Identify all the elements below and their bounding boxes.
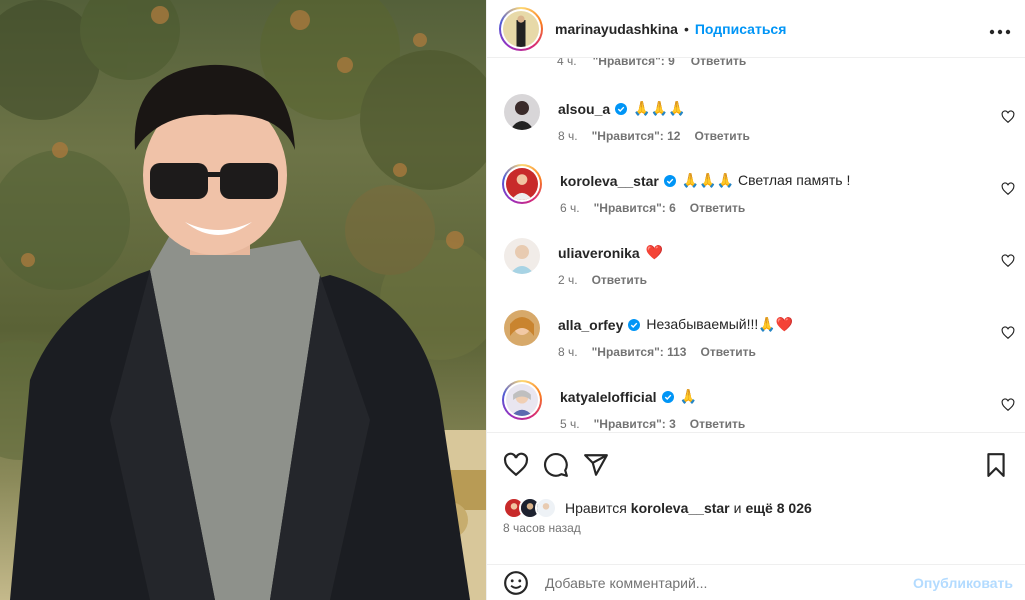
emoji-icon[interactable] [503, 570, 529, 596]
likes-user[interactable]: koroleva__star [631, 500, 730, 516]
likes-middle: и [733, 500, 742, 516]
like-heart-icon[interactable] [503, 452, 529, 478]
likes-prefix: Нравится [565, 500, 627, 516]
likes-count[interactable]: ещё 8 026 [745, 500, 811, 516]
comment-input[interactable] [545, 574, 914, 591]
reply-button[interactable]: Ответить [690, 201, 745, 215]
likes-summary[interactable]: Нравится koroleva__star и ещё 8 026 [487, 496, 1025, 520]
publish-button[interactable]: Опубликовать [913, 575, 1013, 591]
verified-badge-icon [663, 174, 676, 187]
comment-time: 2 ч. [558, 273, 578, 287]
comment-username[interactable]: uliaveronika [558, 245, 640, 261]
author-username[interactable]: marinayudashkina [555, 21, 678, 37]
comment-partial: 4 ч. "Нравится": 9 Ответить [487, 58, 1025, 78]
reply-button[interactable]: Ответить [700, 345, 755, 359]
post-header: marinayudashkina • Подписаться [487, 0, 1025, 58]
like-comment-heart-icon[interactable] [1001, 398, 1015, 412]
reply-button[interactable]: Ответить [691, 58, 746, 68]
commenter-avatar[interactable] [504, 238, 540, 274]
post-modal: marinayudashkina • Подписаться 4 ч. "Нра… [0, 0, 1025, 600]
comment-username[interactable]: koroleva__star [560, 173, 659, 189]
verified-badge-icon [615, 102, 628, 115]
comment-time: 6 ч. [560, 201, 580, 215]
post-timestamp[interactable]: 8 часов назад [487, 520, 1025, 544]
like-comment-heart-icon[interactable] [1001, 182, 1015, 196]
comments-list[interactable]: 4 ч. "Нравится": 9 Ответить alsou_a 🙏🙏🙏 [487, 58, 1025, 432]
like-comment-heart-icon[interactable] [1001, 110, 1015, 124]
comment-item: alla_orfey Незабываемый!!!🙏❤️ 8 ч. "Нрав… [487, 310, 1025, 380]
author-avatar[interactable] [499, 6, 543, 51]
comment-time: 5 ч. [560, 417, 580, 431]
comment-item: alsou_a 🙏🙏🙏 8 ч. "Нравится": 12 Ответить [487, 94, 1025, 164]
photo-illustration [0, 0, 486, 600]
comment-text: 🙏 [679, 388, 697, 404]
comment-item: katyalelofficial 🙏 5 ч. "Нравится": 3 От… [487, 380, 1025, 432]
commenter-avatar[interactable] [504, 94, 540, 130]
like-comment-heart-icon[interactable] [1001, 326, 1015, 340]
share-send-icon[interactable] [583, 452, 609, 478]
author-avatar-image [503, 10, 539, 47]
comment-likes[interactable]: "Нравится": 3 [594, 417, 676, 431]
comment-text: ❤️ [645, 244, 664, 260]
comment-text: Незабываемый!!!🙏❤️ [646, 316, 794, 332]
commenter-avatar[interactable] [502, 380, 542, 420]
liker-avatars [503, 497, 561, 519]
comment-username[interactable]: alla_orfey [558, 317, 623, 333]
post-actions [487, 432, 1025, 496]
comment-bubble-icon[interactable] [543, 452, 569, 478]
comment-likes[interactable]: "Нравится": 6 [594, 201, 676, 215]
comment-username[interactable]: alsou_a [558, 101, 610, 117]
commenter-avatar[interactable] [504, 310, 540, 346]
comment-likes[interactable]: "Нравится": 9 [593, 58, 675, 68]
reply-button[interactable]: Ответить [694, 129, 749, 143]
post-side-panel: marinayudashkina • Подписаться 4 ч. "Нра… [486, 0, 1025, 600]
verified-badge-icon [661, 390, 674, 403]
comment-time: 8 ч. [558, 129, 578, 143]
comment-item: uliaveronika ❤️ 2 ч. Ответить [487, 238, 1025, 308]
reply-button[interactable]: Ответить [690, 417, 745, 431]
comment-text: 🙏🙏🙏 [633, 100, 686, 116]
comment-time: 4 ч. [557, 58, 577, 68]
comment-likes[interactable]: "Нравится": 113 [592, 345, 687, 359]
comment-time: 8 ч. [558, 345, 578, 359]
comment-likes[interactable]: "Нравится": 12 [592, 129, 681, 143]
commenter-avatar[interactable] [502, 164, 542, 204]
header-separator: • [683, 20, 689, 37]
more-horizontal-icon[interactable] [989, 23, 1011, 35]
add-comment-bar: Опубликовать [487, 564, 1025, 600]
save-bookmark-icon[interactable] [983, 452, 1009, 478]
verified-badge-icon [628, 318, 641, 331]
post-photo[interactable] [0, 0, 486, 600]
reply-button[interactable]: Ответить [592, 273, 647, 287]
like-comment-heart-icon[interactable] [1001, 254, 1015, 268]
comment-item: koroleva__star 🙏🙏🙏 Светлая память ! 6 ч.… [487, 164, 1025, 236]
comment-text: 🙏🙏🙏 Светлая память ! [681, 172, 851, 188]
comment-username[interactable]: katyalelofficial [560, 389, 657, 405]
follow-button[interactable]: Подписаться [695, 21, 787, 37]
liker-avatar [535, 497, 557, 519]
